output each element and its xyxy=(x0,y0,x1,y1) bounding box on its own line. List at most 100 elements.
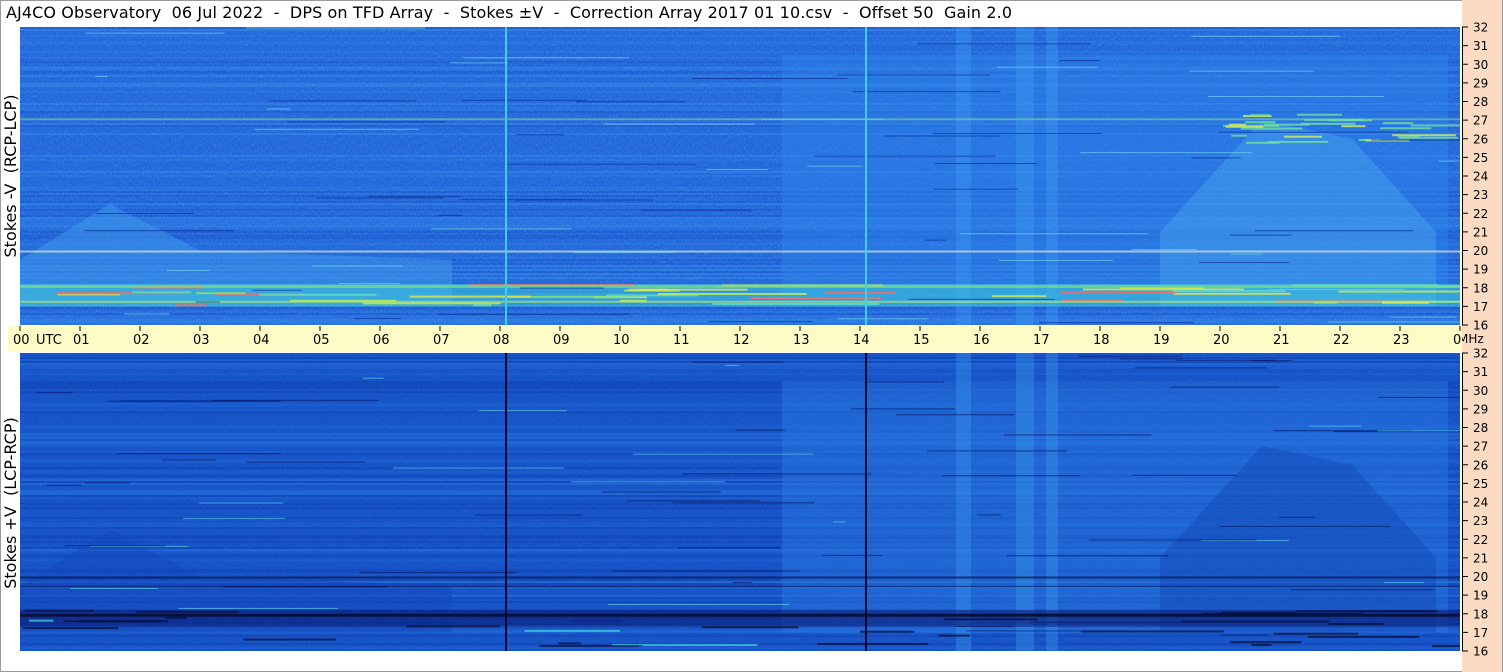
signal-streak xyxy=(1371,139,1460,141)
signal-streak xyxy=(917,43,1091,45)
signal-streak xyxy=(1201,612,1364,615)
signal-streak xyxy=(516,134,565,136)
time-tick-label: 05 xyxy=(313,333,330,348)
signal-streak xyxy=(1230,253,1263,255)
time-axis-strip: 00 01 02 03 04 05 06 07 08 09 10 11 12 13 14 15 16 17 18 19… xyxy=(8,326,1468,352)
signal-streak xyxy=(1199,261,1290,263)
signal-streak xyxy=(1190,35,1340,37)
signal-streak xyxy=(1296,113,1342,116)
time-tick-label: 09 xyxy=(553,333,570,348)
freq-tick-label: 18 xyxy=(1473,281,1488,295)
signal-streak xyxy=(462,99,587,101)
signal-streak xyxy=(268,100,417,102)
signal-streak xyxy=(359,572,516,574)
time-tick-label: 19 xyxy=(1153,333,1170,348)
time-tick-label: 23 xyxy=(1393,333,1410,348)
signal-streak xyxy=(701,626,799,629)
freq-tick-label: 20 xyxy=(1473,570,1488,584)
signal-streak xyxy=(749,297,882,300)
time-unit-label: UTC xyxy=(36,333,62,348)
chart-title: AJ4CO Observatory 06 Jul 2022 - DPS on T… xyxy=(6,3,1013,22)
signal-streak xyxy=(628,288,748,291)
heatmap-svg-top xyxy=(20,27,1460,325)
time-axis: 00 01 02 03 04 05 06 07 08 09 10 11 12 13 14 15 16 17 18 19… xyxy=(13,326,1468,348)
signal-streak xyxy=(817,642,929,645)
signal-streak xyxy=(1229,234,1292,236)
signal-streak xyxy=(1327,321,1460,323)
signal-streak xyxy=(524,629,620,632)
signal-streak xyxy=(938,634,970,637)
signal-streak xyxy=(243,638,337,641)
frequency-axis-strip: 32 31 30 29 28 27 26 25 24 23 22 21 20 19 18 17 16 32 31 30… xyxy=(1462,0,1502,672)
freq-tick-label: 28 xyxy=(1473,421,1488,435)
signal-streak xyxy=(195,292,246,295)
signal-streak xyxy=(954,625,1015,627)
signal-streak xyxy=(1219,525,1391,527)
freq-tick-label: 23 xyxy=(1473,514,1488,528)
signal-streak xyxy=(608,603,790,605)
freq-tick-label: 23 xyxy=(1473,188,1488,202)
signal-streak xyxy=(161,459,216,461)
time-tick-label: 21 xyxy=(1273,333,1290,348)
signal-streak xyxy=(266,108,291,110)
signal-streak xyxy=(611,570,801,572)
signal-streak xyxy=(353,318,402,320)
freq-tick-label: 25 xyxy=(1473,151,1488,165)
signal-streak xyxy=(691,361,784,363)
signal-streak xyxy=(1059,60,1101,62)
signal-streak xyxy=(1338,290,1460,293)
signal-streak xyxy=(943,618,1038,621)
signal-streak xyxy=(1078,355,1183,357)
signal-streak xyxy=(362,377,384,379)
signal-streak xyxy=(96,212,195,214)
signal-streak xyxy=(85,32,225,34)
signal-streak xyxy=(1308,425,1361,427)
signal-streak xyxy=(1220,634,1270,636)
signal-streak xyxy=(725,365,740,367)
heatmap-svg-bottom xyxy=(20,353,1460,651)
freq-tick-label: 20 xyxy=(1473,244,1488,258)
time-tick-label: 03 xyxy=(193,333,210,348)
signal-streak xyxy=(1378,396,1460,398)
signal-streak xyxy=(1382,122,1414,125)
interference-column xyxy=(1016,353,1034,651)
freq-tick-label: 29 xyxy=(1473,76,1488,90)
signal-streak xyxy=(833,521,846,523)
interference-column xyxy=(1046,353,1058,651)
signal-streak xyxy=(1080,152,1253,154)
time-tick-label: 18 xyxy=(1093,333,1110,348)
signal-streak xyxy=(575,101,685,103)
signal-streak xyxy=(924,239,947,241)
signal-streak xyxy=(1378,430,1460,432)
signal-streak xyxy=(692,78,848,80)
freq-tick-label: 30 xyxy=(1473,58,1488,72)
signal-streak xyxy=(1383,582,1425,584)
time-tick-label: 17 xyxy=(1033,333,1050,348)
time-tick-label: 22 xyxy=(1333,333,1350,348)
signal-streak xyxy=(864,381,945,383)
signal-streak xyxy=(1039,322,1194,324)
signal-streak xyxy=(822,554,883,556)
signal-streak xyxy=(1307,635,1420,638)
signal-streak xyxy=(1132,474,1237,476)
signal-streak xyxy=(1267,140,1329,143)
signal-streak xyxy=(222,586,388,588)
signal-streak xyxy=(597,644,643,646)
vertical-line xyxy=(505,27,507,325)
signal-streak xyxy=(998,259,1113,261)
signal-streak xyxy=(1172,289,1286,292)
signal-streak xyxy=(29,619,54,622)
signal-streak xyxy=(1134,367,1266,369)
signal-streak xyxy=(478,410,567,412)
freq-tick-label: 30 xyxy=(1473,384,1488,398)
signal-streak xyxy=(24,609,95,612)
signal-streak xyxy=(1088,539,1257,541)
signal-streak xyxy=(1228,123,1246,126)
signal-streak xyxy=(1296,610,1438,613)
freq-tick-label: 32 xyxy=(1473,347,1488,361)
freq-tick-label: 19 xyxy=(1473,263,1488,277)
signal-streak xyxy=(1119,358,1183,360)
signal-streak xyxy=(735,429,786,431)
signal-streak xyxy=(1189,70,1315,72)
signal-streak xyxy=(1278,516,1315,518)
